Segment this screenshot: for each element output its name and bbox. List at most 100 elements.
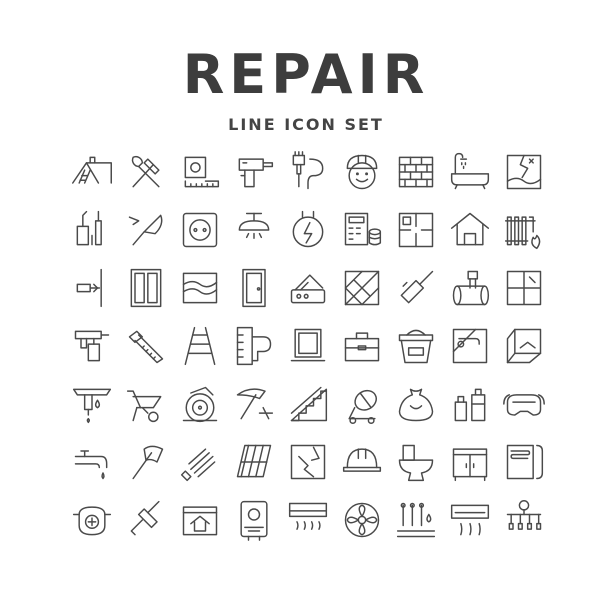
spray-gun-icon <box>74 330 110 362</box>
drill-icon <box>238 158 274 188</box>
faucet-icon <box>74 450 108 480</box>
icon-cell <box>119 317 173 375</box>
icon-cell <box>173 433 227 491</box>
squeegee-icon <box>400 270 434 304</box>
roof-ladder-icon <box>72 156 112 184</box>
wallpaper-roll-icon <box>452 328 488 364</box>
worker-helmet-icon <box>346 154 378 190</box>
icon-cell <box>119 433 173 491</box>
icon-cell <box>227 201 281 259</box>
icon-cell <box>389 375 443 433</box>
icon-cell <box>497 491 551 549</box>
trowel-icon <box>128 214 163 246</box>
page-subtitle: LINE ICON SET <box>228 115 384 134</box>
icon-cell <box>335 375 389 433</box>
icon-grid <box>65 143 555 549</box>
icon-cell <box>389 491 443 549</box>
paint-brush-icon <box>292 151 324 190</box>
icon-cell <box>65 375 119 433</box>
icon-cell <box>281 201 335 259</box>
level-bubble-icon <box>236 326 272 366</box>
icon-cell <box>173 317 227 375</box>
icon-cell <box>335 433 389 491</box>
icon-cell <box>65 201 119 259</box>
icon-cell <box>65 433 119 491</box>
calculator-coins-icon <box>344 212 382 246</box>
circular-saw-icon <box>182 386 218 423</box>
icon-cell <box>443 433 497 491</box>
hard-hat-icon <box>342 448 382 472</box>
underfloor-pipes-icon <box>396 502 436 538</box>
paint-bucket-icon <box>398 329 434 364</box>
landscape-painting-icon <box>182 272 218 304</box>
spiral-bulb-icon <box>180 448 216 482</box>
hand-saw-icon <box>128 330 164 364</box>
icon-cell <box>119 259 173 317</box>
icon-cell <box>335 201 389 259</box>
icon-cell <box>173 491 227 549</box>
icon-cell <box>389 259 443 317</box>
icon-cell <box>173 375 227 433</box>
cabinet-icon <box>452 448 488 482</box>
icon-cell <box>497 375 551 433</box>
icon-cell <box>281 143 335 201</box>
icon-cell <box>497 201 551 259</box>
fan-vent-icon <box>344 502 380 538</box>
icon-cell <box>227 491 281 549</box>
icon-cell <box>119 201 173 259</box>
icon-cell <box>443 143 497 201</box>
door-frame-icon <box>130 268 162 308</box>
icon-cell <box>389 143 443 201</box>
cement-mixer-icon <box>348 389 377 424</box>
icon-cell <box>227 259 281 317</box>
window-icon <box>290 328 326 362</box>
radiator-fire-icon <box>504 216 541 250</box>
ceiling-lamp-icon <box>238 212 270 239</box>
door-icon <box>242 268 266 308</box>
power-socket-icon <box>182 212 218 248</box>
icon-cell <box>281 317 335 375</box>
page-title: REPAIR <box>182 43 430 106</box>
spray-cans-icon <box>454 388 486 422</box>
icon-cell <box>65 491 119 549</box>
wheelbarrow-icon <box>126 390 162 423</box>
icon-cell <box>443 317 497 375</box>
icon-cell <box>119 491 173 549</box>
color-palette-icon <box>290 274 326 304</box>
icon-cell <box>173 143 227 201</box>
icon-cell <box>281 375 335 433</box>
icon-cell <box>335 317 389 375</box>
gutter-icon <box>72 388 112 424</box>
icon-cell <box>389 317 443 375</box>
icon-cell <box>281 433 335 491</box>
icon-cell <box>227 433 281 491</box>
house-icon <box>450 212 490 246</box>
brick-wall-icon <box>398 156 434 188</box>
air-conditioner-icon <box>288 502 328 530</box>
wall-crack-icon <box>290 444 326 480</box>
icon-cell <box>389 433 443 491</box>
icon-cell <box>173 201 227 259</box>
icon-cell <box>389 201 443 259</box>
paint-roller-icon <box>130 500 160 536</box>
pipe-icon <box>452 270 490 306</box>
icon-cell <box>119 375 173 433</box>
icon-cell <box>497 143 551 201</box>
icon-cell <box>281 491 335 549</box>
sandbag-icon <box>398 388 434 422</box>
floor-plan-icon <box>398 212 434 248</box>
dowel-wall-icon <box>76 268 102 308</box>
icon-cell <box>335 143 389 201</box>
icon-cell <box>443 259 497 317</box>
icon-cell <box>443 491 497 549</box>
house-blueprint-icon <box>182 506 218 536</box>
icon-cell <box>443 201 497 259</box>
icon-cell <box>227 317 281 375</box>
icon-cell <box>281 259 335 317</box>
icon-cell <box>65 317 119 375</box>
stairs-icon <box>290 386 328 422</box>
electric-meter-icon <box>292 210 324 248</box>
room-corner-icon <box>506 328 542 364</box>
icon-cell <box>65 143 119 201</box>
icon-cell <box>227 143 281 201</box>
